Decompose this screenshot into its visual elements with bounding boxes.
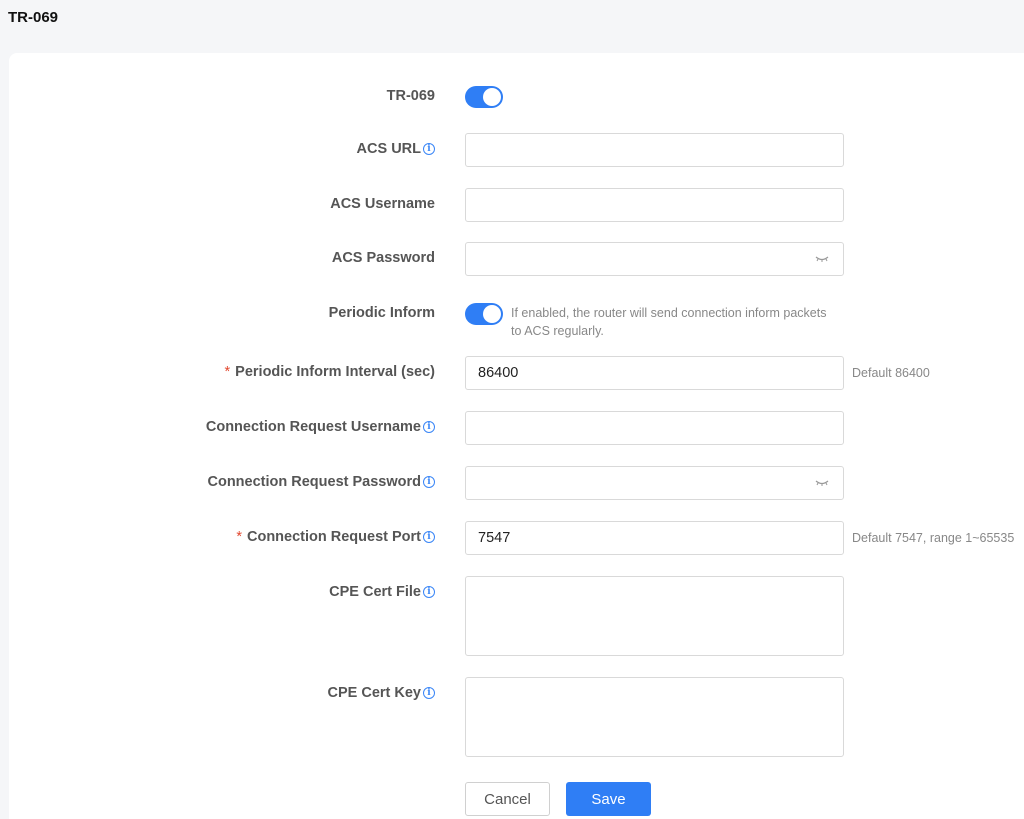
conn-req-username-input[interactable] <box>465 411 844 445</box>
eye-closed-icon[interactable] <box>815 477 829 489</box>
cpe-cert-key-textarea[interactable] <box>465 677 844 757</box>
cpe-cert-file-label: CPE Cert File i <box>329 584 435 600</box>
periodic-interval-hint: Default 86400 <box>852 366 930 380</box>
required-mark: * <box>224 364 231 380</box>
periodic-interval-input[interactable]: 86400 <box>465 356 844 390</box>
acs-username-input[interactable] <box>465 188 844 222</box>
info-icon[interactable]: i <box>423 476 435 488</box>
info-icon[interactable]: i <box>423 687 435 699</box>
acs-password-input[interactable] <box>465 242 844 276</box>
acs-password-label: ACS Password <box>331 250 435 266</box>
info-icon[interactable]: i <box>423 421 435 433</box>
periodic-interval-label: * Periodic Inform Interval (sec) <box>224 364 436 380</box>
tr069-toggle[interactable] <box>465 86 503 108</box>
conn-req-port-label: * Connection Request Port i <box>236 529 435 545</box>
acs-username-label: ACS Username <box>330 196 435 212</box>
tr069-label: TR-069 <box>386 88 435 104</box>
periodic-inform-label: Periodic Inform <box>328 305 435 321</box>
conn-req-username-label: Connection Request Username i <box>206 419 435 435</box>
periodic-inform-help: If enabled, the router will send connect… <box>511 306 827 338</box>
acs-url-input[interactable] <box>465 133 844 167</box>
info-icon[interactable]: i <box>423 143 435 155</box>
conn-req-password-input[interactable] <box>465 466 844 500</box>
info-icon[interactable]: i <box>423 531 435 543</box>
cpe-cert-file-textarea[interactable] <box>465 576 844 656</box>
acs-url-label: ACS URL i <box>357 141 435 157</box>
save-button[interactable]: Save <box>566 782 651 816</box>
required-mark: * <box>236 529 242 545</box>
periodic-inform-toggle[interactable] <box>465 303 503 325</box>
cancel-button[interactable]: Cancel <box>465 782 550 816</box>
conn-req-password-label: Connection Request Password i <box>207 474 435 490</box>
conn-req-port-input[interactable]: 7547 <box>465 521 844 555</box>
eye-closed-icon[interactable] <box>815 253 829 265</box>
info-icon[interactable]: i <box>423 586 435 598</box>
cpe-cert-key-label: CPE Cert Key i <box>328 685 435 701</box>
page-title: TR-069 <box>8 9 59 26</box>
conn-req-port-hint: Default 7547, range 1~65535 <box>852 531 1015 545</box>
